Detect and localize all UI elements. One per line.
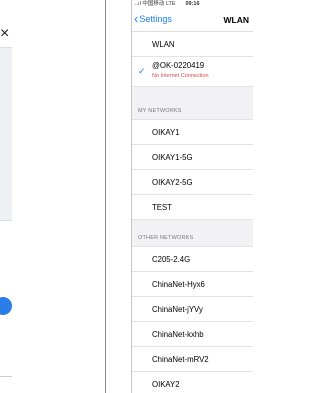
divider <box>0 376 12 377</box>
chevron-left-icon: ‹ <box>134 11 139 26</box>
page-title: WLAN <box>223 15 250 25</box>
divider <box>0 220 12 221</box>
connection-status: No Internet Connection <box>152 73 209 79</box>
network-row[interactable]: OIKAY1-5G <box>132 145 253 170</box>
network-row[interactable]: TEST <box>132 195 253 220</box>
section-title: MY NETWORKS <box>138 108 182 114</box>
network-row[interactable]: OIKAY2-5G <box>132 170 253 195</box>
network-name: OIKAY1-5G <box>152 153 193 162</box>
network-name: ChinaNet-Hyx6 <box>152 280 205 289</box>
connected-network-name: @OK-0220419 <box>152 61 205 70</box>
network-row[interactable]: OIKAY2 <box>132 372 253 393</box>
network-row[interactable]: C205-2.4G <box>132 247 253 272</box>
network-row[interactable]: ChinaNet-kxhb <box>132 322 253 347</box>
screen-divider <box>105 0 106 393</box>
network-row[interactable]: ChinaNet-mRV2 <box>132 347 253 372</box>
left-screen-fragment: × <box>0 0 12 393</box>
network-row[interactable]: ChinaNet-jYVy <box>132 297 253 322</box>
network-name: OIKAY2-5G <box>152 178 193 187</box>
wlan-label: WLAN <box>152 40 175 49</box>
network-name: ChinaNet-mRV2 <box>152 355 209 364</box>
wlan-settings-screen: ..ıl 中国移动 LTE 09:16 ‹ Settings WLAN WLAN… <box>131 0 253 393</box>
network-name: OIKAY2 <box>152 380 180 389</box>
wlan-toggle-row[interactable]: WLAN <box>132 32 253 57</box>
network-name: ChinaNet-jYVy <box>152 305 203 314</box>
floating-action-button[interactable] <box>0 297 12 315</box>
connected-network-row[interactable]: ✓ @OK-0220419 No Internet Connection <box>132 57 253 87</box>
section-header-other-networks: OTHER NETWORKS <box>132 220 253 247</box>
network-name: C205-2.4G <box>152 255 191 264</box>
section-header-my-networks: MY NETWORKS <box>132 87 253 120</box>
content-panel <box>0 48 12 220</box>
network-name: TEST <box>152 203 172 212</box>
back-button[interactable]: ‹ Settings <box>134 11 172 26</box>
section-title: OTHER NETWORKS <box>138 235 194 241</box>
network-row[interactable]: OIKAY1 <box>132 120 253 145</box>
close-icon[interactable]: × <box>0 26 9 42</box>
navigation-bar: ‹ Settings WLAN <box>132 9 253 32</box>
back-label: Settings <box>139 14 172 24</box>
network-name: OIKAY1 <box>152 128 180 137</box>
network-row[interactable]: ChinaNet-Hyx6 <box>132 272 253 297</box>
checkmark-icon: ✓ <box>138 66 146 76</box>
carrier-label: ..ıl 中国移动 LTE <box>135 1 176 7</box>
status-time: 09:16 <box>185 1 200 7</box>
network-name: ChinaNet-kxhb <box>152 330 204 339</box>
status-bar: ..ıl 中国移动 LTE 09:16 <box>132 0 253 9</box>
